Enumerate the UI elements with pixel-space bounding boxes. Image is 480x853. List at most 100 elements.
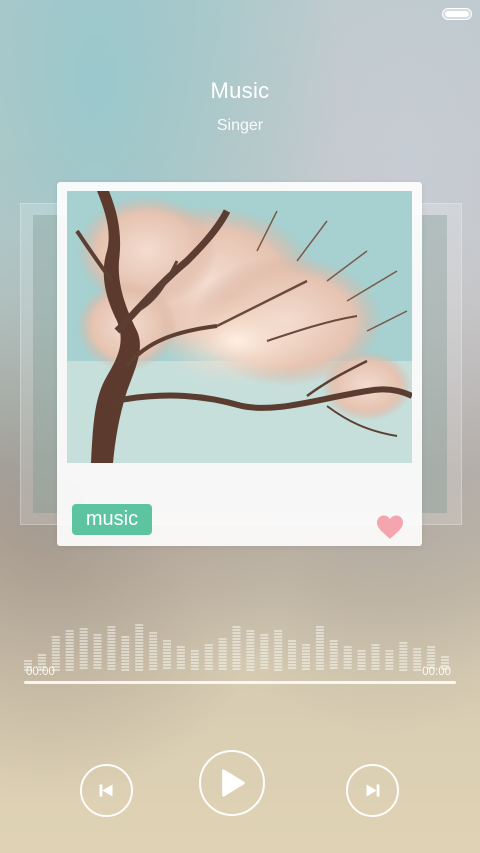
equalizer-segment bbox=[135, 630, 144, 632]
equalizer-segment bbox=[51, 636, 60, 638]
equalizer-segment bbox=[79, 655, 88, 657]
equalizer-segment bbox=[399, 666, 408, 668]
equalizer-segment bbox=[371, 656, 380, 658]
equalizer-segment bbox=[302, 662, 310, 664]
equalizer-segment bbox=[149, 632, 158, 634]
equalizer-segment bbox=[121, 648, 130, 650]
equalizer-segment bbox=[149, 656, 158, 658]
equalizer-segment bbox=[246, 630, 255, 632]
equalizer-segment bbox=[107, 626, 116, 628]
equalizer-segment bbox=[93, 667, 102, 669]
music-tag[interactable]: music bbox=[72, 504, 152, 535]
equalizer-segment bbox=[232, 641, 241, 643]
equalizer-segment bbox=[413, 660, 422, 662]
equalizer-segment bbox=[274, 648, 283, 650]
equalizer-segment bbox=[260, 637, 269, 639]
equalizer-segment bbox=[149, 662, 158, 664]
equalizer-segment bbox=[413, 651, 422, 653]
equalizer-segment bbox=[176, 655, 185, 657]
equalizer-segment bbox=[260, 652, 269, 654]
equalizer-segment bbox=[329, 655, 338, 657]
equalizer-segment bbox=[385, 668, 394, 670]
equalizer-segment bbox=[107, 647, 116, 649]
equalizer-segment bbox=[163, 658, 171, 660]
equalizer-segment bbox=[93, 661, 102, 663]
equalizer-segment bbox=[427, 655, 436, 657]
equalizer-segment bbox=[135, 648, 144, 650]
equalizer-segment bbox=[274, 639, 283, 641]
heart-icon[interactable] bbox=[375, 514, 405, 540]
equalizer-segment bbox=[288, 661, 297, 663]
equalizer-segment bbox=[232, 659, 241, 661]
equalizer-segment bbox=[107, 668, 116, 670]
equalizer-segment bbox=[399, 654, 408, 656]
equalizer-segment bbox=[329, 643, 338, 645]
equalizer-segment bbox=[315, 656, 324, 658]
equalizer-segment bbox=[65, 669, 74, 671]
equalizer-segment bbox=[329, 658, 338, 660]
equalizer-segment bbox=[427, 658, 436, 660]
equalizer-segment bbox=[371, 662, 380, 664]
equalizer-segment bbox=[371, 647, 380, 649]
equalizer-segment bbox=[274, 654, 283, 656]
equalizer-segment bbox=[315, 653, 324, 655]
equalizer-segment bbox=[93, 658, 102, 660]
equalizer-segment bbox=[190, 650, 199, 652]
equalizer-segment bbox=[51, 639, 60, 641]
equalizer-segment bbox=[121, 645, 130, 647]
equalizer-segment bbox=[93, 664, 102, 666]
equalizer-segment bbox=[315, 662, 324, 664]
equalizer-segment bbox=[274, 642, 283, 644]
equalizer-segment bbox=[65, 663, 74, 665]
equalizer-segment bbox=[163, 643, 171, 645]
equalizer-segment bbox=[65, 633, 74, 635]
equalizer-segment bbox=[107, 641, 116, 643]
equalizer-segment bbox=[302, 644, 310, 646]
equalizer-segment bbox=[232, 635, 241, 637]
equalizer-segment bbox=[315, 644, 324, 646]
equalizer-segment bbox=[399, 642, 408, 644]
equalizer-segment bbox=[232, 650, 241, 652]
equalizer-segment bbox=[163, 661, 171, 663]
previous-button[interactable] bbox=[80, 764, 133, 817]
equalizer-segment bbox=[190, 665, 199, 667]
equalizer-segment bbox=[371, 650, 380, 652]
equalizer-segment bbox=[385, 653, 394, 655]
equalizer-segment bbox=[260, 646, 269, 648]
equalizer-segment bbox=[357, 650, 366, 652]
play-button[interactable] bbox=[199, 750, 265, 816]
equalizer-segment bbox=[260, 664, 269, 666]
equalizer-segment bbox=[176, 661, 185, 663]
equalizer-segment bbox=[79, 652, 88, 654]
equalizer-segment bbox=[149, 668, 158, 670]
equalizer-segment bbox=[274, 633, 283, 635]
equalizer-segment bbox=[427, 661, 436, 663]
equalizer-segment bbox=[135, 642, 144, 644]
equalizer-segment bbox=[93, 646, 102, 648]
equalizer-segment bbox=[204, 650, 213, 652]
equalizer-segment bbox=[107, 659, 116, 661]
equalizer-segment bbox=[135, 639, 144, 641]
equalizer-segment bbox=[93, 649, 102, 651]
equalizer-segment bbox=[246, 633, 255, 635]
equalizer-segment bbox=[246, 651, 255, 653]
equalizer-segment bbox=[190, 662, 199, 664]
equalizer-segment bbox=[190, 659, 199, 661]
progress-bar[interactable] bbox=[24, 681, 456, 684]
equalizer-segment bbox=[218, 638, 227, 640]
equalizer-segment bbox=[204, 656, 213, 658]
equalizer-segment bbox=[79, 661, 88, 663]
equalizer-segment bbox=[204, 644, 213, 646]
equalizer-segment bbox=[343, 652, 352, 654]
equalizer-segment bbox=[399, 657, 408, 659]
equalizer-segment bbox=[93, 655, 102, 657]
equalizer-segment bbox=[149, 659, 158, 661]
equalizer-segment bbox=[176, 649, 185, 651]
equalizer-segment bbox=[65, 666, 74, 668]
next-button[interactable] bbox=[346, 764, 399, 817]
equalizer-segment bbox=[232, 632, 241, 634]
equalizer-segment bbox=[51, 660, 60, 662]
equalizer-segment bbox=[413, 657, 422, 659]
equalizer-segment bbox=[246, 639, 255, 641]
equalizer-segment bbox=[149, 647, 158, 649]
